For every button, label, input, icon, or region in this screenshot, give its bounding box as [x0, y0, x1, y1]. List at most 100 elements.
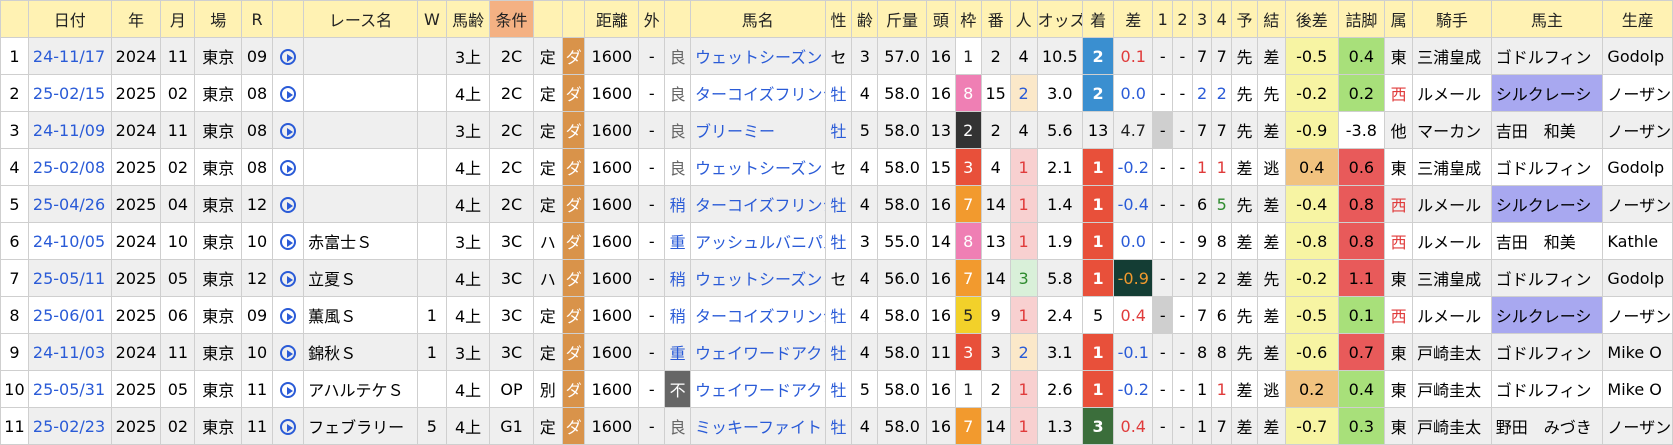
column-header[interactable]: 場	[194, 0, 243, 38]
play-icon[interactable]	[280, 197, 297, 213]
table-row[interactable]: 10 25-05/31 2025 05 東京 11 アハルテケＳ 4上 OP 別ダ 1600- 不ウェ…	[0, 370, 1673, 408]
horse-link[interactable]: ウェットシーズン	[690, 259, 826, 297]
column-header[interactable]	[532, 0, 563, 38]
date-link[interactable]: 24-11/09	[27, 111, 112, 149]
horse-link[interactable]: ターコイズフリンジ	[690, 185, 826, 223]
table-row[interactable]: 7 25-05/11 2025 05 東京 12 立夏Ｓ 4上 3C ハダ 1600- 稍ウェットシー…	[0, 259, 1673, 297]
table-row[interactable]: 4 25-02/08 2025 02 東京 08 4上 2C 定ダ 1600- 良ウェットシーズンセ…	[0, 148, 1673, 186]
date-link[interactable]: 25-06/01	[27, 296, 112, 334]
column-header[interactable]: 距離	[584, 0, 640, 38]
table-row[interactable]: 3 24-11/09 2024 11 東京 08 3上 2C 定ダ 1600- 良ブリーミー牡 5 58…	[0, 111, 1673, 149]
column-header[interactable]: 年	[110, 0, 162, 38]
column-header[interactable]: 馬齢	[445, 0, 491, 38]
column-header[interactable]: 外	[638, 0, 666, 38]
column-header[interactable]: 後差	[1284, 0, 1339, 38]
column-header[interactable]	[561, 0, 586, 38]
column-header[interactable]: R	[241, 0, 274, 38]
column-header[interactable]: 人	[1009, 0, 1038, 38]
table-row[interactable]: 9 24-11/03 2024 11 東京 10 錦秋Ｓ 1 3上 3C 定ダ 1600- 重ウェイワー…	[0, 333, 1673, 371]
cell-chaku: 2	[1082, 37, 1115, 75]
date-link[interactable]: 25-02/23	[27, 407, 112, 445]
column-header[interactable]: 結	[1256, 0, 1286, 38]
table-row[interactable]: 2 25-02/15 2025 02 東京 08 4上 2C 定ダ 1600- 良ターコイズフリンジ…	[0, 74, 1673, 112]
column-header[interactable]: 齢	[851, 0, 879, 38]
play-icon[interactable]	[280, 234, 297, 250]
horse-link[interactable]: アッシュルバニパル	[690, 222, 826, 260]
column-header[interactable]	[664, 0, 691, 38]
play-icon[interactable]	[272, 148, 305, 186]
play-icon[interactable]	[272, 185, 305, 223]
horse-link[interactable]: ミッキーファイト	[690, 407, 826, 445]
date-link[interactable]: 24-10/05	[27, 222, 112, 260]
play-icon[interactable]	[280, 419, 297, 435]
table-row[interactable]: 8 25-06/01 2025 06 東京 09 薫風Ｓ 1 4上 3C 定ダ 1600- 稍ターコイズ…	[0, 296, 1673, 334]
column-header[interactable]: 予	[1231, 0, 1258, 38]
column-header[interactable]	[0, 0, 29, 38]
column-header[interactable]: 詰脚	[1337, 0, 1386, 38]
date-link[interactable]: 25-05/31	[27, 370, 112, 408]
column-header[interactable]: レース名	[303, 0, 418, 38]
column-header[interactable]: 番	[980, 0, 1011, 38]
column-header[interactable]: 着	[1082, 0, 1115, 38]
column-header[interactable]: 差	[1113, 0, 1154, 38]
column-header[interactable]: 2	[1172, 0, 1193, 38]
horse-link[interactable]: ブリーミー	[690, 111, 826, 149]
date-link[interactable]: 25-02/15	[27, 74, 112, 112]
play-icon[interactable]	[280, 160, 297, 176]
cell-ban: 4	[980, 148, 1011, 186]
column-header[interactable]: 月	[160, 0, 196, 38]
play-icon[interactable]	[280, 49, 297, 65]
play-icon[interactable]	[272, 222, 305, 260]
column-header[interactable]: 属	[1384, 0, 1414, 38]
table-row[interactable]: 1 24-11/17 2024 11 東京 09 3上 2C 定ダ 1600- 良ウェットシーズンセ…	[0, 37, 1673, 75]
date-link[interactable]: 25-05/11	[27, 259, 112, 297]
date-link[interactable]: 24-11/17	[27, 37, 112, 75]
column-header[interactable]: 枠	[954, 0, 982, 38]
cell-year: 2024	[110, 111, 162, 149]
cell-out: -	[638, 37, 666, 75]
horse-link[interactable]: ウェットシーズン	[690, 37, 826, 75]
horse-link[interactable]: ターコイズフリンジ	[690, 74, 826, 112]
play-icon[interactable]	[272, 259, 305, 297]
table-row[interactable]: 11 25-02/23 2025 02 東京 11 フェブラリー 5 4上 G1 定ダ 1600- 良ミ…	[0, 407, 1673, 445]
column-header[interactable]: 生産	[1602, 0, 1673, 38]
column-header[interactable]: 1	[1152, 0, 1174, 38]
cell-prod: ノーザンF	[1602, 111, 1673, 149]
play-icon[interactable]	[280, 345, 297, 361]
play-icon[interactable]	[272, 333, 305, 371]
column-header[interactable]	[272, 0, 305, 38]
cell-track: 良	[664, 407, 691, 445]
column-header[interactable]: W	[416, 0, 447, 38]
column-header[interactable]: 3	[1191, 0, 1213, 38]
play-icon[interactable]	[272, 74, 305, 112]
date-link[interactable]: 25-02/08	[27, 148, 112, 186]
play-icon[interactable]	[272, 370, 305, 408]
horse-link[interactable]: ウェイワードアクト	[690, 370, 826, 408]
play-icon[interactable]	[272, 407, 305, 445]
play-icon[interactable]	[280, 271, 297, 287]
column-header[interactable]: 斤量	[877, 0, 927, 38]
date-link[interactable]: 25-04/26	[27, 185, 112, 223]
play-icon[interactable]	[280, 308, 297, 324]
play-icon[interactable]	[272, 111, 305, 149]
table-row[interactable]: 5 25-04/26 2025 04 東京 12 4上 2C 定ダ 1600- 稍ターコイズフリンジ…	[0, 185, 1673, 223]
play-icon[interactable]	[280, 382, 297, 398]
column-header[interactable]: 条件	[489, 0, 534, 38]
column-header[interactable]: 騎手	[1412, 0, 1492, 38]
column-header[interactable]: 日付	[27, 0, 112, 38]
horse-link[interactable]: ターコイズフリンジ	[690, 296, 826, 334]
column-header[interactable]: 4	[1211, 0, 1233, 38]
play-icon[interactable]	[272, 296, 305, 334]
horse-link[interactable]: ウェットシーズン	[690, 148, 826, 186]
date-link[interactable]: 24-11/03	[27, 333, 112, 371]
column-header[interactable]: 性	[824, 0, 853, 38]
table-row[interactable]: 6 24-10/05 2024 10 東京 10 赤富士Ｓ 3上 3C ハダ 1600- 重アッシュル…	[0, 222, 1673, 260]
column-header[interactable]: オッズ	[1036, 0, 1084, 38]
column-header[interactable]: 馬主	[1490, 0, 1604, 38]
column-header[interactable]: 馬名	[690, 0, 826, 38]
column-header[interactable]: 頭	[925, 0, 956, 38]
horse-link[interactable]: ウェイワードアクト	[690, 333, 826, 371]
play-icon[interactable]	[272, 37, 305, 75]
play-icon[interactable]	[280, 123, 297, 139]
play-icon[interactable]	[280, 86, 297, 102]
